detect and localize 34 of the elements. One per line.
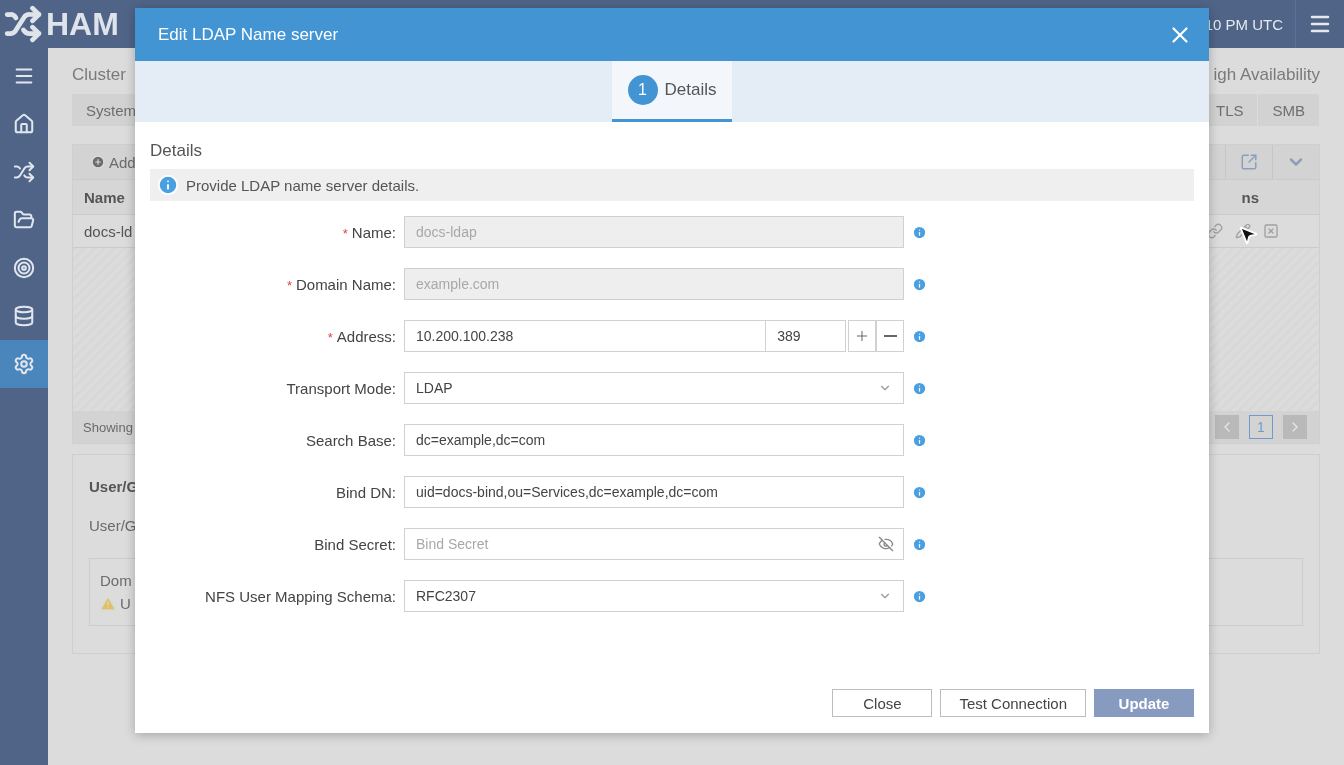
step-label: Details — [664, 80, 717, 100]
field-label: Search Base: — [304, 431, 396, 449]
field-label: Bind DN: — [334, 483, 396, 501]
notice-title: Dom — [100, 572, 132, 589]
select-field[interactable]: RFC2307 — [404, 580, 904, 612]
field-label: * Address: — [326, 327, 396, 345]
notice-message: U — [120, 595, 131, 612]
text-field[interactable]: uid=docs-bind,ou=Services,dc=example,dc=com — [404, 476, 904, 508]
step-tab[interactable]: 1 Details — [611, 61, 733, 122]
page-subtitle: igh Availability — [1213, 65, 1320, 85]
password-field[interactable]: Bind Secret — [404, 528, 904, 560]
section-title: Details — [150, 141, 203, 161]
dialog-title: Edit LDAP Name server — [158, 24, 339, 45]
column-header: Name — [84, 188, 125, 206]
table-cell: docs-ld — [84, 222, 133, 240]
field-label: * Domain Name: — [285, 275, 396, 293]
showing-text: Showing — [83, 419, 133, 435]
dialog-button[interactable]: Test Connection — [940, 689, 1086, 717]
text-field[interactable]: dc=example,dc=com — [404, 424, 904, 456]
field-label: Transport Mode: — [285, 379, 396, 397]
select-field[interactable]: LDAP — [404, 372, 904, 404]
field-label: * Name: — [341, 223, 396, 241]
logo-text: HAM — [46, 5, 119, 43]
info-text: Provide LDAP name server details. — [186, 176, 420, 194]
column-header: ns — [1241, 188, 1259, 206]
field-label: NFS User Mapping Schema: — [204, 587, 396, 605]
dialog-button[interactable]: Close — [832, 689, 933, 717]
page-title: Cluster — [72, 65, 126, 85]
panel-label: User/G — [89, 517, 137, 534]
field-label: Bind Secret: — [313, 535, 396, 553]
address-field[interactable]: 10.200.100.238 — [404, 320, 767, 352]
step-number: 1 — [627, 75, 658, 105]
port-field[interactable]: 389 — [766, 320, 847, 352]
add-button[interactable]: Add — [73, 153, 136, 171]
